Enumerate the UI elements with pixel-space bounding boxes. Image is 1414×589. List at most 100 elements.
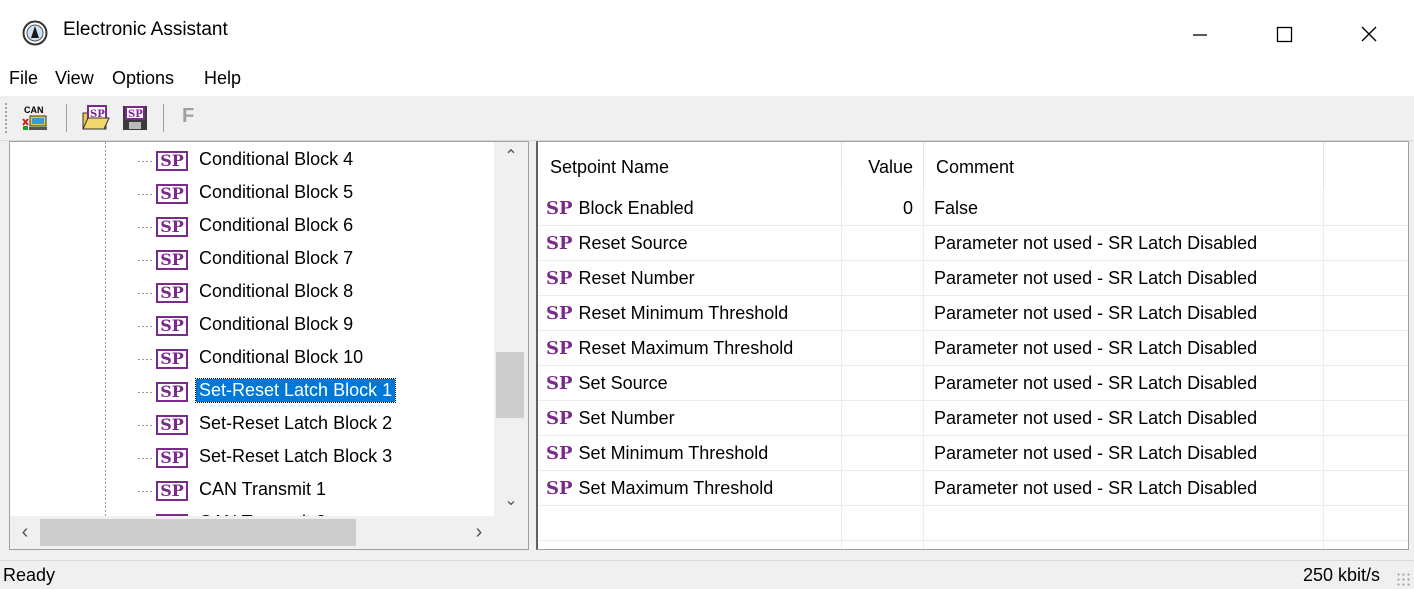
tree-item-label[interactable]: Conditional Block 9 <box>196 313 356 336</box>
menu-view[interactable]: View <box>55 68 94 89</box>
setpoint-name: Set Maximum Threshold <box>578 478 774 498</box>
tree-item-label[interactable]: Conditional Block 7 <box>196 247 356 270</box>
table-row[interactable]: SP Set Source Parameter not used - SR Latc… <box>538 366 1408 401</box>
value-cell[interactable] <box>842 331 924 365</box>
minimize-button[interactable] <box>1180 14 1220 54</box>
maximize-button[interactable] <box>1264 14 1304 54</box>
tree-item[interactable]: SP Conditional Block 7 <box>138 244 498 277</box>
setpoint-name-cell[interactable]: SP Set Source <box>538 366 842 400</box>
save-setpoint-file-icon[interactable]: SP <box>120 103 150 133</box>
setpoint-name-cell[interactable]: SP Reset Minimum Threshold <box>538 296 842 330</box>
flash-button[interactable]: F <box>182 105 194 128</box>
column-header-setpoint-name[interactable]: Setpoint Name <box>538 142 842 190</box>
setpoint-grid[interactable]: Setpoint Name Value Comment SP Block Enab… <box>536 141 1409 550</box>
setpoint-icon: SP <box>546 268 573 289</box>
column-header-value[interactable]: Value <box>842 142 924 190</box>
table-row[interactable]: SP Reset Minimum Threshold Parameter not u… <box>538 296 1408 331</box>
setpoint-icon: SP <box>546 443 573 464</box>
tree-item-label[interactable]: Conditional Block 6 <box>196 214 356 237</box>
setpoint-icon: SP <box>156 349 188 369</box>
setpoint-name-cell[interactable]: SP Set Number <box>538 401 842 435</box>
table-row[interactable]: SP Set Minimum Threshold Parameter not use… <box>538 436 1408 471</box>
setpoint-name-cell[interactable]: SP Set Minimum Threshold <box>538 436 842 470</box>
scroll-up-icon[interactable]: ⌃ <box>494 142 528 172</box>
setpoint-name-cell[interactable]: SP Reset Maximum Threshold <box>538 331 842 365</box>
menu-options[interactable]: Options <box>112 68 174 89</box>
value-cell[interactable] <box>842 471 924 505</box>
can-connect-icon[interactable]: CAN <box>20 103 50 133</box>
table-row[interactable]: SP Set Number Parameter not used - SR Latc… <box>538 401 1408 436</box>
setpoint-name: Reset Minimum Threshold <box>578 303 789 323</box>
value-cell[interactable] <box>842 506 924 540</box>
tree-item-label[interactable]: Conditional Block 8 <box>196 280 356 303</box>
value-cell[interactable]: 0 <box>842 191 924 225</box>
tree-item[interactable]: SP Set-Reset Latch Block 1 <box>138 376 498 409</box>
scroll-left-icon[interactable]: ‹ <box>10 516 40 549</box>
tree-item-label[interactable]: Conditional Block 4 <box>196 148 356 171</box>
tree-horizontal-scroll-thumb[interactable] <box>40 519 356 546</box>
tree-item-label[interactable]: Conditional Block 5 <box>196 181 356 204</box>
tree-item[interactable]: SP Set-Reset Latch Block 2 <box>138 409 498 442</box>
table-row[interactable]: SP Set Maximum Threshold Parameter not use… <box>538 471 1408 506</box>
setpoint-name-cell[interactable]: SP Reset Number <box>538 261 842 295</box>
tree-vertical-scrollbar[interactable]: ⌃ ⌄ <box>494 142 528 516</box>
app-logo-icon <box>22 20 48 46</box>
tree-item[interactable]: SP Conditional Block 4 <box>138 145 498 178</box>
tree-item[interactable]: SP Conditional Block 6 <box>138 211 498 244</box>
setpoint-name: Set Number <box>578 408 675 428</box>
scroll-right-icon[interactable]: › <box>464 516 494 549</box>
value-cell[interactable] <box>842 366 924 400</box>
setpoint-name-cell[interactable]: SP Block Enabled <box>538 191 842 225</box>
toolbar-separator <box>163 104 164 132</box>
close-button[interactable] <box>1349 14 1389 54</box>
scroll-corner <box>494 516 528 549</box>
scroll-down-icon[interactable]: ⌄ <box>494 486 528 516</box>
value-cell[interactable] <box>842 541 924 549</box>
value-cell[interactable] <box>842 436 924 470</box>
value-cell[interactable] <box>842 261 924 295</box>
resize-grip[interactable] <box>1396 572 1410 586</box>
setpoint-name-cell[interactable] <box>538 541 842 549</box>
tree-item[interactable]: SP Conditional Block 5 <box>138 178 498 211</box>
tree-item[interactable]: SP Conditional Block 8 <box>138 277 498 310</box>
setpoint-icon: SP <box>546 233 573 254</box>
setpoint-tree[interactable]: SP Conditional Block 4 SP Conditional Block… <box>9 141 529 550</box>
tree-item-label[interactable]: Set-Reset Latch Block 2 <box>196 412 395 435</box>
tree-item[interactable]: SP Set-Reset Latch Block 3 <box>138 442 498 475</box>
value-cell[interactable] <box>842 226 924 260</box>
comment-cell: Parameter not used - SR Latch Disabled <box>924 296 1324 330</box>
comment-cell: Parameter not used - SR Latch Disabled <box>924 331 1324 365</box>
tree-item-label[interactable]: Conditional Block 10 <box>196 346 366 369</box>
tree-horizontal-scrollbar[interactable]: ‹ › <box>10 516 494 549</box>
table-row[interactable]: SP Reset Source Parameter not used - SR La… <box>538 226 1408 261</box>
setpoint-name: Block Enabled <box>578 198 694 218</box>
setpoint-icon: SP <box>156 283 188 303</box>
toolbar-grip[interactable] <box>4 102 8 134</box>
setpoint-name-cell[interactable]: SP Set Maximum Threshold <box>538 471 842 505</box>
setpoint-name: Reset Number <box>578 268 695 288</box>
value-cell[interactable] <box>842 401 924 435</box>
status-bar: Ready 250 kbit/s <box>0 560 1414 589</box>
value-cell[interactable] <box>842 296 924 330</box>
tree-item-label[interactable]: CAN Transmit 1 <box>196 478 329 501</box>
column-header-comment[interactable]: Comment <box>924 142 1324 190</box>
setpoint-icon: SP <box>546 338 573 359</box>
tree-item-label[interactable]: Set-Reset Latch Block 3 <box>196 445 395 468</box>
tree-item[interactable]: SP CAN Transmit 1 <box>138 475 498 508</box>
menu-help[interactable]: Help <box>204 68 241 89</box>
table-row[interactable]: SP Reset Number Parameter not used - SR La… <box>538 261 1408 296</box>
tree-vertical-scroll-thumb[interactable] <box>496 352 524 418</box>
baud-rate: 250 kbit/s <box>1302 565 1380 585</box>
tree-item[interactable]: SP Conditional Block 9 <box>138 310 498 343</box>
setpoint-name-cell[interactable] <box>538 506 842 540</box>
setpoint-icon: SP <box>546 198 573 219</box>
tree-guide-line <box>138 458 154 459</box>
table-row[interactable]: SP Block Enabled 0 False <box>538 191 1408 226</box>
table-row[interactable]: SP Reset Maximum Threshold Parameter not u… <box>538 331 1408 366</box>
setpoint-name-cell[interactable]: SP Reset Source <box>538 226 842 260</box>
tree-item[interactable]: SP Conditional Block 10 <box>138 343 498 376</box>
tree-guide-line <box>138 326 154 327</box>
open-setpoint-file-icon[interactable]: SP <box>80 103 110 133</box>
tree-item-label[interactable]: Set-Reset Latch Block 1 <box>194 378 397 403</box>
menu-file[interactable]: File <box>9 68 38 89</box>
